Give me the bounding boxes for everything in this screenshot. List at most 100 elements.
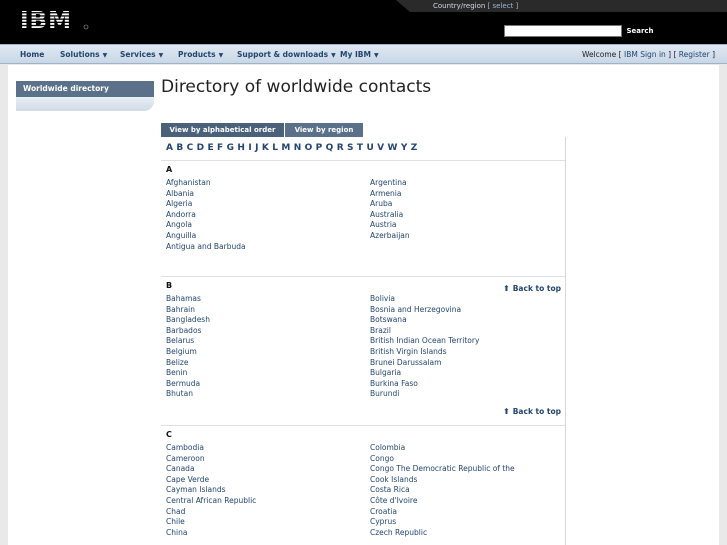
country-link[interactable]: Burkina Faso [370,379,570,390]
alpha-link-n[interactable]: N [294,143,302,153]
register-link[interactable]: Register [679,50,710,59]
country-link[interactable]: Andorra [166,210,366,221]
country-link[interactable]: Czech Republic [370,528,570,539]
nav-products[interactable]: Products ▼ [178,50,223,59]
alpha-link-o[interactable]: O [305,143,313,153]
country-link[interactable]: Bolivia [370,294,570,305]
country-link[interactable]: Chile [166,517,366,528]
nav-support[interactable]: Support & downloads ▼ [237,50,336,59]
country-link[interactable]: British Indian Ocean Territory [370,336,570,347]
arrow-up-icon: ⬆ [503,407,510,416]
country-link[interactable]: Chad [166,507,366,518]
country-link[interactable]: Belgium [166,347,366,358]
country-link[interactable]: Armenia [370,189,570,200]
country-link[interactable]: Central African Republic [166,496,366,507]
country-link[interactable]: Bangladesh [166,315,366,326]
country-region-label: Country/region [433,2,486,10]
left-nav-worldwide-directory[interactable]: Worldwide directory [16,81,154,97]
country-select-link[interactable]: [ select ] [488,2,519,10]
country-link[interactable]: Cambodia [166,443,366,454]
nav-solutions[interactable]: Solutions ▼ [60,50,107,59]
country-link[interactable]: Afghanistan [166,178,366,189]
nav-my-ibm[interactable]: My IBM ▼ [340,50,379,59]
country-link[interactable]: Botswana [370,315,570,326]
country-link[interactable]: Cayman Islands [166,485,366,496]
alpha-link-h[interactable]: H [237,143,245,153]
alpha-link-z[interactable]: Z [411,143,418,153]
alpha-link-l[interactable]: L [272,143,278,153]
country-link[interactable]: Brazil [370,326,570,337]
country-link[interactable]: Congo [370,454,570,465]
country-link[interactable]: Canada [166,464,366,475]
back-to-top-link[interactable]: ⬆ Back to top [503,407,561,416]
country-link[interactable]: Algeria [166,199,366,210]
alpha-link-y[interactable]: Y [401,143,408,153]
country-link[interactable]: Bahrain [166,305,366,316]
alpha-link-e[interactable]: E [208,143,214,153]
country-link[interactable]: China [166,528,366,539]
alpha-link-j[interactable]: J [255,143,258,153]
chevron-down-icon: ▼ [373,52,379,59]
alpha-link-b[interactable]: B [176,143,183,153]
country-link[interactable]: Australia [370,210,570,221]
section-heading: C [166,430,172,439]
country-link[interactable]: Angola [166,220,366,231]
alpha-link-f[interactable]: F [217,143,223,153]
alpha-link-v[interactable]: V [377,143,384,153]
country-link[interactable]: Albania [166,189,366,200]
alpha-link-k[interactable]: K [262,143,269,153]
country-link[interactable]: Bulgaria [370,368,570,379]
sign-in-link[interactable]: IBM Sign in [624,50,666,59]
country-link[interactable]: Bermuda [166,379,366,390]
nav-home[interactable]: Home [20,50,44,59]
alpha-link-d[interactable]: D [197,143,204,153]
country-link[interactable]: Benin [166,368,366,379]
country-link[interactable]: Cameroon [166,454,366,465]
country-link[interactable]: Brunei Darussalam [370,358,570,369]
country-link[interactable]: Antigua and Barbuda [166,242,366,253]
alpha-link-t[interactable]: T [357,143,363,153]
section-c: C Cambodia Cameroon Canada Cape Verde Cayman… [161,425,565,545]
tab-alphabetical[interactable]: View by alphabetical order [161,123,284,137]
country-link[interactable]: Aruba [370,199,570,210]
country-link[interactable]: Côte d'Ivoire [370,496,570,507]
alpha-link-r[interactable]: R [337,143,344,153]
alpha-link-w[interactable]: W [388,143,398,153]
country-link[interactable]: Cape Verde [166,475,366,486]
country-link[interactable]: Argentina [370,178,570,189]
country-link[interactable]: Anguilla [166,231,366,242]
country-link[interactable]: Belize [166,358,366,369]
nav-services[interactable]: Services ▼ [120,50,163,59]
country-link[interactable]: Colombia [370,443,570,454]
country-column-left: Afghanistan Albania Algeria Andorra Angola An… [166,178,366,252]
search-input[interactable] [504,25,622,37]
country-region[interactable]: Country/region [ select ] [433,2,518,10]
country-link[interactable]: British Virgin Islands [370,347,570,358]
alpha-link-g[interactable]: G [227,143,234,153]
country-link[interactable]: Burundi [370,389,570,400]
alpha-link-c[interactable]: C [187,143,194,153]
alpha-link-u[interactable]: U [366,143,373,153]
alpha-link-p[interactable]: P [316,143,323,153]
alpha-link-s[interactable]: S [347,143,353,153]
alpha-link-a[interactable]: A [166,143,173,153]
window-scrollbar[interactable] [719,65,727,545]
tab-region[interactable]: View by region [285,123,363,137]
ibm-logo[interactable]: IBM [20,7,90,33]
country-link[interactable]: Costa Rica [370,485,570,496]
country-link[interactable]: Barbados [166,326,366,337]
country-link[interactable]: Congo The Democratic Republic of the [370,464,570,475]
country-link[interactable]: Austria [370,220,570,231]
country-link[interactable]: Bosnia and Herzegovina [370,305,570,316]
country-link[interactable]: Belarus [166,336,366,347]
country-link[interactable]: Bahamas [166,294,366,305]
search-button[interactable]: Search [622,24,658,38]
country-link[interactable]: Croatia [370,507,570,518]
country-link[interactable]: Cyprus [370,517,570,528]
country-link[interactable]: Cook Islands [370,475,570,486]
alpha-link-q[interactable]: Q [326,143,334,153]
alpha-link-m[interactable]: M [281,143,290,153]
country-link[interactable]: Bhutan [166,389,366,400]
country-link[interactable]: Azerbaijan [370,231,570,242]
alpha-link-i[interactable]: I [248,143,251,153]
